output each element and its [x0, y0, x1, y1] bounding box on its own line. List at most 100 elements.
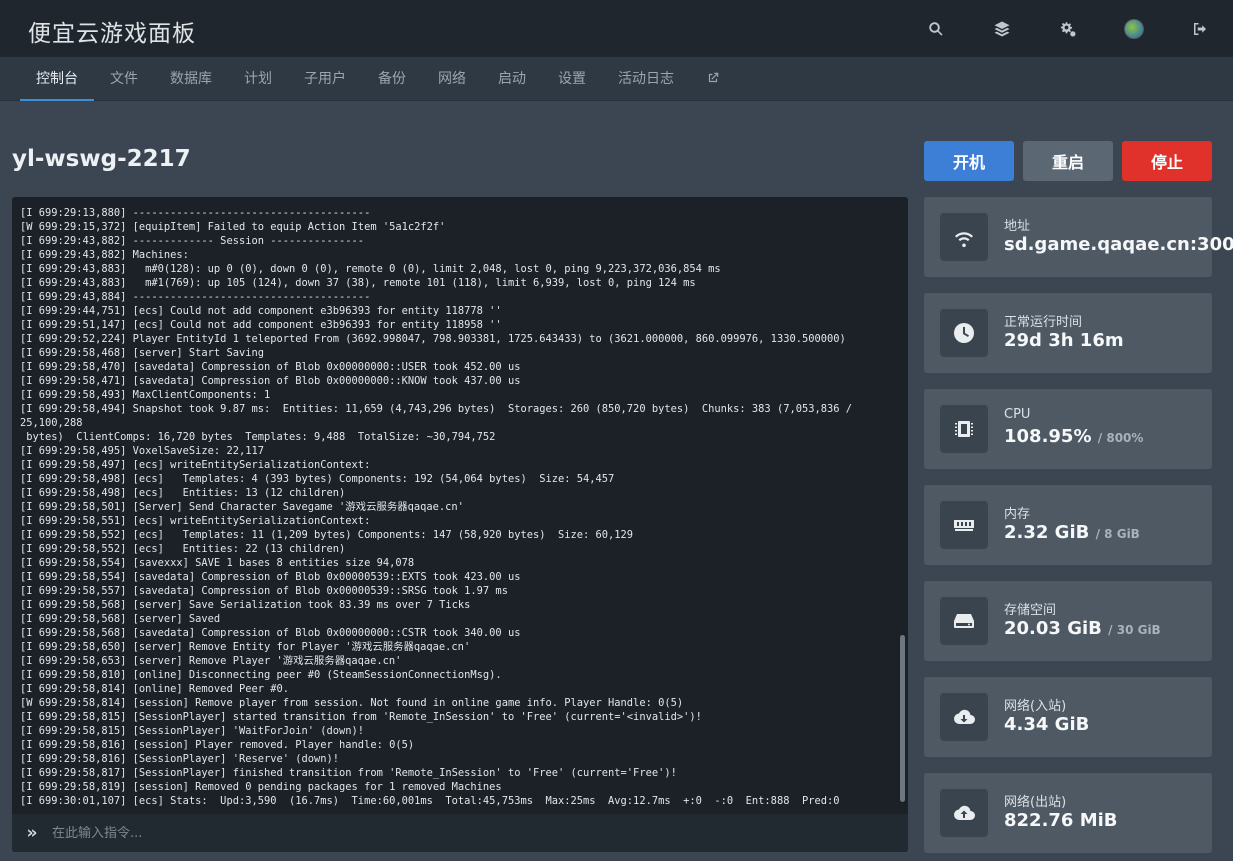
avatar[interactable]: [1101, 0, 1167, 57]
stat-label: 存储空间: [1004, 603, 1057, 618]
stat-value-text: 822.76 MiB: [1004, 810, 1118, 831]
stat-value-text: 2.32 GiB: [1004, 522, 1090, 543]
console-line: [I 699:29:58,568] [server] Save Serializ…: [20, 599, 471, 611]
stat-value-text: 4.34 GiB: [1004, 714, 1090, 735]
stat-card: 网络(入站) 4.34 GiB: [924, 677, 1212, 757]
console-line: [I 699:29:58,650] [server] Remove Entity…: [20, 641, 471, 653]
cloud-download-icon: [940, 693, 988, 741]
stat-value: 2.32 GiB / 8 GiB: [1004, 522, 1140, 543]
console-log: [I 699:29:13,880] ----------------------…: [12, 197, 892, 811]
stat-value-text: sd.game.qaqae.cn:30005: [1004, 234, 1233, 255]
stop-button[interactable]: 停止: [1122, 141, 1212, 181]
angle-double-right-icon: »: [26, 823, 38, 843]
stat-unit: / 8 GiB: [1095, 527, 1140, 541]
tab-6[interactable]: 网络: [422, 57, 482, 101]
top-bar: 便宜云游戏面板: [0, 0, 1233, 57]
console-line: [I 699:29:58,568] [savedata] Compression…: [20, 627, 521, 639]
console: [I 699:29:13,880] ----------------------…: [12, 197, 908, 852]
external-link-icon: [706, 71, 720, 87]
console-line: [I 699:29:58,554] [savedata] Compression…: [20, 571, 521, 583]
stat-label: 地址: [1004, 219, 1031, 234]
stat-value-text: 108.95%: [1004, 426, 1092, 447]
stat-value: 20.03 GiB / 30 GiB: [1004, 618, 1161, 639]
console-line: [I 699:29:43,882] Machines:: [20, 249, 189, 261]
console-line: [I 699:29:58,816] [session] Player remov…: [20, 739, 415, 751]
stat-card: 地址sd.game.qaqae.cn:30005: [924, 197, 1233, 277]
stat-value-text: 20.03 GiB: [1004, 618, 1102, 639]
stat-value: 822.76 MiB: [1004, 810, 1118, 831]
stat-card: 存储空间 20.03 GiB / 30 GiB: [924, 581, 1212, 661]
app-title: 便宜云游戏面板: [28, 21, 196, 47]
wifi-icon: [940, 213, 988, 261]
search-icon[interactable]: [903, 0, 969, 57]
console-line: [I 699:29:58,552] [ecs] Entities: 22 (13…: [20, 543, 346, 555]
stat-value: 108.95% / 800%: [1004, 426, 1143, 447]
cloud-upload-icon: [940, 789, 988, 837]
tab-9[interactable]: 活动日志: [602, 57, 690, 101]
tab-1[interactable]: 文件: [94, 57, 154, 101]
restart-button[interactable]: 重启: [1023, 141, 1113, 181]
memory-icon: [940, 501, 988, 549]
console-line: [I 699:29:52,224] Player EntityId 1 tele…: [20, 333, 846, 345]
console-line: [I 699:29:58,470] [savedata] Compression…: [20, 361, 521, 373]
console-line: [I 699:29:58,552] [ecs] Templates: 11 (1…: [20, 529, 634, 541]
stat-label: CPU: [1004, 407, 1031, 422]
stat-unit: / 30 GiB: [1108, 623, 1161, 637]
cpu-icon: [940, 405, 988, 453]
tab-4[interactable]: 子用户: [288, 57, 362, 101]
console-line: [I 699:29:58,493] MaxClientComponents: 1: [20, 389, 271, 401]
console-line: [I 699:29:43,883] m#1(769): up 105 (124)…: [20, 277, 696, 289]
console-line: [I 699:29:58,557] [savedata] Compression…: [20, 585, 508, 597]
console-input-row: »: [12, 814, 908, 852]
start-button[interactable]: 开机: [924, 141, 1014, 181]
console-line: [I 699:29:58,810] [online] Disconnecting…: [20, 669, 502, 681]
cogs-icon[interactable]: [1035, 0, 1101, 57]
console-line: [W 699:29:58,814] [session] Remove playe…: [20, 697, 684, 709]
console-line: bytes) ClientComps: 16,720 bytes Templat…: [20, 431, 496, 443]
layers-icon[interactable]: [969, 0, 1035, 57]
hdd-icon: [940, 597, 988, 645]
console-line: [I 699:29:58,815] [SessionPlayer] 'WaitF…: [20, 725, 365, 737]
console-line: [I 699:29:43,882] ------------- Session …: [20, 235, 365, 247]
stat-card: 正常运行时间 29d 3h 16m: [924, 293, 1212, 373]
tab-5[interactable]: 备份: [362, 57, 422, 101]
tab-7[interactable]: 启动: [482, 57, 542, 101]
nav-list: 控制台 文件 数据库 计划 子用户 备份 网络 启动 设置 活动日志: [0, 57, 1233, 101]
tab-8[interactable]: 设置: [542, 57, 602, 101]
console-line: [I 699:29:58,551] [ecs] writeEntitySeria…: [20, 515, 371, 527]
console-line: [I 699:29:58,495] VoxelSaveSize: 22,117: [20, 445, 264, 457]
stat-card: CPU 108.95% / 800%: [924, 389, 1212, 469]
console-line: [I 699:30:01,107] [ecs] Stats: Upd:3,590…: [20, 795, 840, 807]
tab-external-link[interactable]: [690, 57, 736, 101]
console-line: [I 699:29:58,816] [SessionPlayer] 'Reser…: [20, 753, 340, 765]
stat-value[interactable]: sd.game.qaqae.cn:30005: [1004, 234, 1233, 255]
sign-out-icon[interactable]: [1167, 0, 1233, 57]
console-line: [I 699:29:13,880] ----------------------…: [20, 207, 371, 219]
stat-unit: / 800%: [1097, 431, 1144, 445]
console-line: [I 699:29:58,819] [session] Removed 0 pe…: [20, 781, 502, 793]
tab-0[interactable]: 控制台: [20, 57, 94, 101]
stat-card: 内存 2.32 GiB / 8 GiB: [924, 485, 1212, 565]
console-line: [I 699:29:44,751] [ecs] Could not add co…: [20, 305, 502, 317]
stat-value: 4.34 GiB: [1004, 714, 1089, 735]
console-line: [I 699:29:58,468] [server] Start Saving: [20, 347, 264, 359]
console-line: [I 699:29:58,501] [Server] Send Characte…: [20, 501, 464, 513]
console-line: [W 699:29:15,372] [equipItem] Failed to …: [20, 221, 446, 233]
tab-3[interactable]: 计划: [228, 57, 288, 101]
stat-label: 网络(入站): [1004, 699, 1067, 714]
top-icons: [903, 0, 1233, 57]
console-line: [I 699:29:58,554] [savexxx] SAVE 1 bases…: [20, 557, 415, 569]
command-input[interactable]: [52, 825, 908, 841]
stat-label: 正常运行时间: [1004, 315, 1083, 330]
console-line: [I 699:29:58,814] [online] Removed Peer …: [20, 683, 289, 695]
stat-value: 29d 3h 16m: [1004, 330, 1124, 351]
console-line: [I 699:29:58,494] Snapshot took 9.87 ms:…: [20, 403, 859, 429]
clock-icon: [940, 309, 988, 357]
console-line: [I 699:29:51,147] [ecs] Could not add co…: [20, 319, 502, 331]
stat-label: 网络(出站): [1004, 795, 1067, 810]
stat-label: 内存: [1004, 507, 1031, 522]
console-line: [I 699:29:58,471] [savedata] Compression…: [20, 375, 521, 387]
nav-bar: 控制台 文件 数据库 计划 子用户 备份 网络 启动 设置 活动日志: [0, 57, 1233, 101]
tab-2[interactable]: 数据库: [154, 57, 228, 101]
console-scrollbar[interactable]: [900, 635, 905, 802]
